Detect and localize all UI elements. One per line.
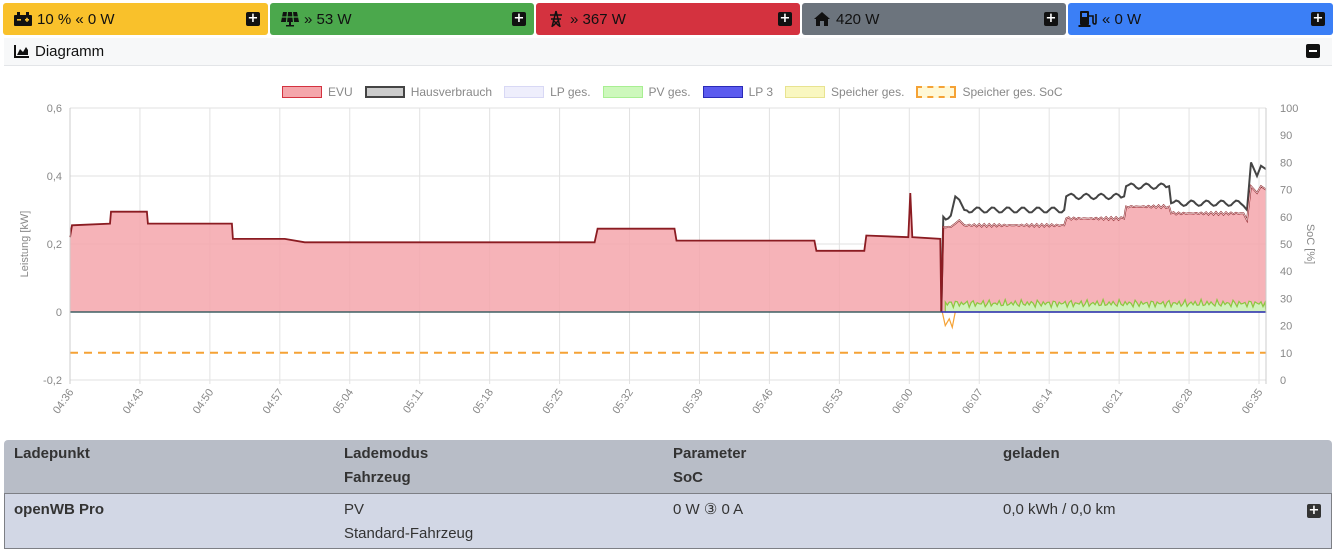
pv-tile-label: » 53 W xyxy=(304,10,352,28)
area-chart-icon xyxy=(14,44,30,60)
pv-tile[interactable]: » 53 W + xyxy=(270,3,534,35)
x-tick-label: 06:14 xyxy=(1030,387,1056,416)
evu-area xyxy=(70,186,1266,312)
x-tick-label: 05:39 xyxy=(680,387,706,416)
x-tick-label: 04:36 xyxy=(51,387,77,416)
header-parameter: Parameter xyxy=(673,445,747,462)
y-tick-label-right: 0 xyxy=(1280,375,1286,387)
header-geladen: geladen xyxy=(1003,445,1060,462)
ev-charger-icon xyxy=(1078,10,1098,28)
chart-canvas: 0,60,40,20-0,2100908070605040302010004:3… xyxy=(19,103,1316,416)
x-tick-label: 06:28 xyxy=(1170,387,1196,416)
x-tick-label: 06:00 xyxy=(890,387,916,416)
y-tick-label-left: 0 xyxy=(56,307,62,319)
home-icon xyxy=(812,10,832,28)
y-tick-label-left: 0,4 xyxy=(47,171,62,183)
y-tick-label-right: 80 xyxy=(1280,157,1292,169)
grid-tile[interactable]: » 367 W + xyxy=(536,3,800,35)
y-tick-label-right: 90 xyxy=(1280,130,1292,142)
power-pylon-icon xyxy=(546,10,566,28)
y-tick-label-right: 50 xyxy=(1280,239,1292,251)
x-tick-label: 05:46 xyxy=(750,387,776,416)
x-tick-label: 04:57 xyxy=(261,387,287,416)
expand-battery-icon[interactable]: + xyxy=(246,12,260,26)
table-row[interactable]: openWB Pro PV Standard-Fahrzeug 0 W ③ 0 … xyxy=(4,493,1332,549)
x-tick-label: 05:25 xyxy=(540,387,566,416)
x-tick-label: 06:07 xyxy=(960,387,986,416)
expand-pv-icon[interactable]: + xyxy=(512,12,526,26)
power-chart: EVU Hausverbrauch LP ges. PV ges. LP 3 S… xyxy=(4,66,1332,438)
collapse-diagram-icon[interactable] xyxy=(1306,44,1320,58)
y-tick-label-right: 10 xyxy=(1280,348,1292,360)
vehicle-name[interactable]: Standard-Fahrzeug xyxy=(344,522,473,546)
battery-tile[interactable]: 10 % « 0 W + xyxy=(3,3,268,35)
x-tick-label: 05:04 xyxy=(331,387,357,416)
expand-charge-icon[interactable]: + xyxy=(1311,12,1325,26)
y-tick-label-left: -0,2 xyxy=(43,375,62,387)
house-tile-label: 420 W xyxy=(836,10,880,28)
x-tick-label: 06:35 xyxy=(1240,387,1266,416)
charge-parameters: 0 W ③ 0 A xyxy=(673,501,744,518)
chargepoint-name: openWB Pro xyxy=(14,501,104,518)
header-lademodus: Lademodus xyxy=(344,445,429,462)
charge-tile-label: « 0 W xyxy=(1102,10,1142,28)
diagram-title: Diagramm xyxy=(35,43,105,60)
x-tick-label: 04:43 xyxy=(121,387,147,416)
battery-tile-label: 10 % « 0 W xyxy=(37,10,115,28)
y-tick-label-right: 70 xyxy=(1280,185,1292,197)
y-tick-label-right: 100 xyxy=(1280,103,1298,115)
header-soc: SoC xyxy=(673,469,703,486)
y-tick-label-right: 40 xyxy=(1280,266,1292,278)
status-tiles: 10 % « 0 W + » 53 W + » 367 W + 420 W + xyxy=(3,3,1333,35)
y-axis-label-right: SoC [%] xyxy=(1304,224,1316,264)
grid-tile-label: » 367 W xyxy=(570,10,626,28)
header-ladepunkt: Ladepunkt xyxy=(14,445,90,462)
y-tick-label-left: 0,6 xyxy=(47,103,62,115)
x-tick-label: 05:11 xyxy=(401,387,426,416)
charge-table-header: Ladepunkt Lademodus Fahrzeug Parameter S… xyxy=(4,440,1332,493)
solar-panel-icon xyxy=(280,10,300,28)
diagram-header: Diagramm xyxy=(4,38,1332,66)
expand-row-icon[interactable]: + xyxy=(1307,504,1321,518)
y-tick-label-right: 60 xyxy=(1280,212,1292,224)
charge-tile[interactable]: « 0 W + xyxy=(1068,3,1333,35)
app-root: 10 % « 0 W + » 53 W + » 367 W + 420 W + xyxy=(0,0,1336,551)
x-tick-label: 05:32 xyxy=(610,387,636,416)
expand-grid-icon[interactable]: + xyxy=(778,12,792,26)
y-tick-label-right: 30 xyxy=(1280,293,1292,305)
header-fahrzeug: Fahrzeug xyxy=(344,469,411,486)
pv-dip xyxy=(941,311,956,330)
car-battery-icon xyxy=(13,10,33,28)
x-tick-label: 05:18 xyxy=(470,387,496,416)
expand-house-icon[interactable]: + xyxy=(1044,12,1058,26)
x-tick-label: 05:53 xyxy=(820,387,846,416)
y-axis-label-left: Leistung [kW] xyxy=(19,211,31,278)
house-tile[interactable]: 420 W + xyxy=(802,3,1066,35)
x-tick-label: 04:50 xyxy=(191,387,217,416)
y-tick-label-left: 0,2 xyxy=(47,239,62,251)
x-tick-label: 06:21 xyxy=(1100,387,1126,416)
charge-mode[interactable]: PV xyxy=(344,498,364,522)
charged-energy: 0,0 kWh / 0,0 km xyxy=(1003,501,1116,518)
y-tick-label-right: 20 xyxy=(1280,321,1292,333)
